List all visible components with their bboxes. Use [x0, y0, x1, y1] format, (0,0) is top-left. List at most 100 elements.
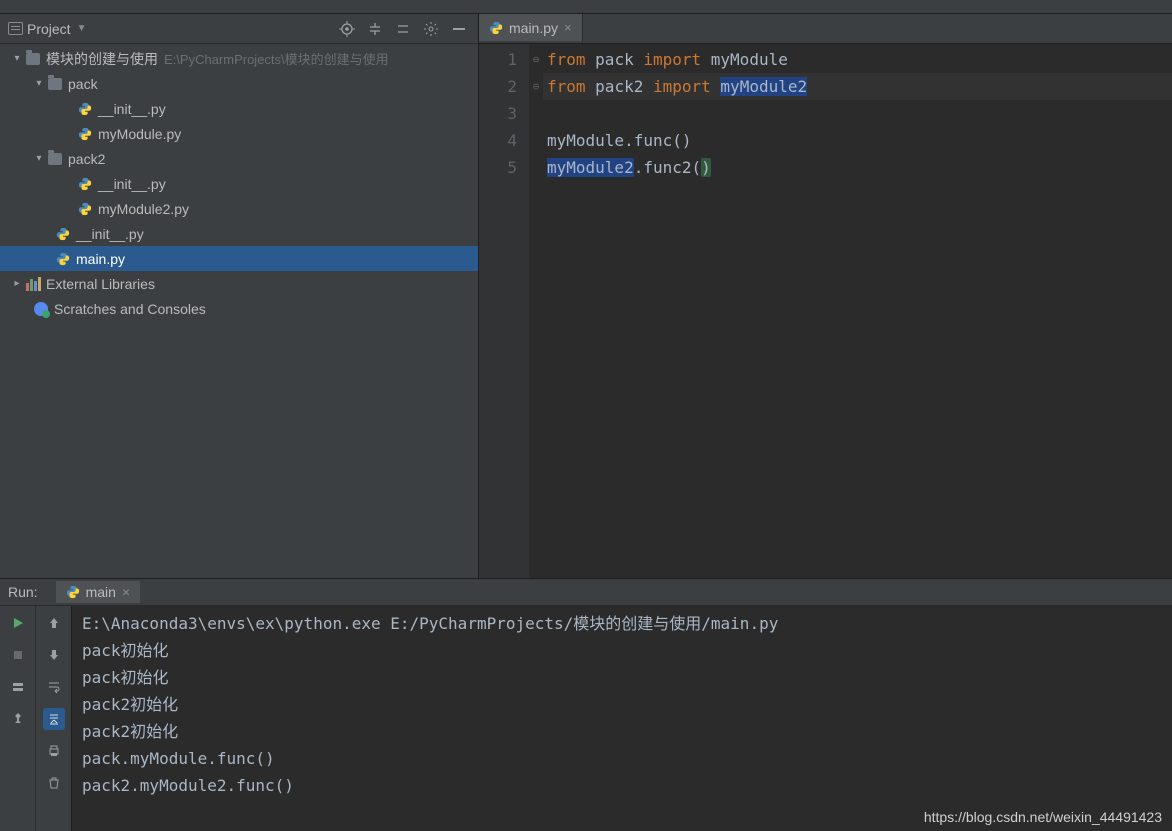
run-controls-left — [0, 606, 36, 831]
tree-label: myModule2.py — [98, 201, 189, 217]
scroll-to-end-icon[interactable] — [43, 708, 65, 730]
window-top-strip — [0, 0, 1172, 14]
soft-wrap-icon[interactable] — [43, 676, 65, 698]
up-arrow-icon[interactable] — [43, 612, 65, 634]
run-body: E:\Anaconda3\envs\ex\python.exe E:/PyCha… — [0, 606, 1172, 831]
run-tab-main[interactable]: main × — [56, 581, 141, 603]
layout-icon[interactable] — [7, 676, 29, 698]
editor-tab-bar: main.py × — [479, 14, 1172, 44]
editor-tab-main[interactable]: main.py × — [479, 14, 583, 43]
tab-label: main.py — [509, 20, 558, 36]
libraries-icon — [24, 275, 42, 293]
expand-all-icon[interactable] — [364, 18, 386, 40]
python-file-icon — [54, 225, 72, 243]
tree-file-main[interactable]: main.py — [0, 246, 478, 271]
scratches-icon — [32, 300, 50, 318]
tree-label: myModule.py — [98, 126, 181, 142]
stop-icon[interactable] — [7, 644, 29, 666]
python-file-icon — [76, 200, 94, 218]
caret-down-icon[interactable]: ▾ — [32, 78, 46, 89]
editor: main.py × 1 2 3 4 5 ⊖ ⊖ from pack — [479, 14, 1172, 578]
tree-label: __init__.py — [76, 226, 144, 242]
code-text: myModule2 — [720, 77, 807, 96]
code-text: myModule.func() — [547, 131, 692, 150]
run-tab-label: main — [86, 584, 116, 600]
python-file-icon — [76, 125, 94, 143]
tree-file[interactable]: myModule.py — [0, 121, 478, 146]
watermark: https://blog.csdn.net/weixin_44491423 — [924, 809, 1162, 825]
code-keyword: from — [547, 77, 586, 96]
code-text: pack2 — [595, 77, 643, 96]
console-output[interactable]: E:\Anaconda3\envs\ex\python.exe E:/PyCha… — [72, 606, 1172, 831]
tree-file[interactable]: __init__.py — [0, 221, 478, 246]
line-number: 4 — [479, 127, 517, 154]
project-panel-title[interactable]: Project — [27, 21, 71, 37]
project-panel-header: Project ▼ — [0, 14, 478, 44]
tree-folder-pack2[interactable]: ▾ pack2 — [0, 146, 478, 171]
console-line: pack2初始化 — [82, 718, 1162, 745]
collapse-all-icon[interactable] — [392, 18, 414, 40]
folder-icon — [24, 50, 42, 68]
rerun-icon[interactable] — [7, 612, 29, 634]
console-line: pack.myModule.func() — [82, 745, 1162, 772]
console-line: pack2初始化 — [82, 691, 1162, 718]
tree-file[interactable]: __init__.py — [0, 171, 478, 196]
python-file-icon — [76, 175, 94, 193]
run-controls-right — [36, 606, 72, 831]
console-line: pack初始化 — [82, 637, 1162, 664]
project-tree[interactable]: ▾ 模块的创建与使用 E:\PyCharmProjects\模块的创建与使用 ▾… — [0, 44, 478, 578]
console-line: E:\Anaconda3\envs\ex\python.exe E:/PyCha… — [82, 610, 1162, 637]
line-number: 5 — [479, 154, 517, 181]
tree-label: __init__.py — [98, 176, 166, 192]
tree-label: __init__.py — [98, 101, 166, 117]
project-view-icon[interactable] — [8, 22, 23, 35]
tree-label: pack — [68, 76, 98, 92]
settings-gear-icon[interactable] — [420, 18, 442, 40]
python-file-icon — [489, 21, 503, 35]
code-text: ) — [701, 158, 711, 177]
tree-root[interactable]: ▾ 模块的创建与使用 E:\PyCharmProjects\模块的创建与使用 — [0, 46, 478, 71]
locate-icon[interactable] — [336, 18, 358, 40]
workspace: Project ▼ ▾ 模块的创建与使用 E:\PyCharmProjects\… — [0, 14, 1172, 578]
hide-panel-icon[interactable] — [448, 18, 470, 40]
fold-marker-icon[interactable]: ⊖ — [529, 73, 543, 100]
close-tab-icon[interactable]: × — [122, 584, 130, 600]
code-text: .func2( — [634, 158, 701, 177]
tree-file[interactable]: __init__.py — [0, 96, 478, 121]
run-label: Run: — [8, 584, 38, 600]
run-header: Run: main × — [0, 579, 1172, 606]
code-keyword: import — [643, 50, 701, 69]
tree-scratches[interactable]: Scratches and Consoles — [0, 296, 478, 321]
print-icon[interactable] — [43, 740, 65, 762]
close-tab-icon[interactable]: × — [564, 20, 572, 35]
fold-gutter: ⊖ ⊖ — [529, 44, 543, 578]
python-file-icon — [76, 100, 94, 118]
line-number-gutter: 1 2 3 4 5 — [479, 44, 529, 578]
line-number: 1 — [479, 46, 517, 73]
code-text: myModule2 — [547, 158, 634, 177]
tree-file[interactable]: myModule2.py — [0, 196, 478, 221]
console-line: pack2.myModule2.func() — [82, 772, 1162, 799]
python-file-icon — [66, 585, 80, 599]
caret-down-icon[interactable]: ▾ — [32, 153, 46, 164]
trash-icon[interactable] — [43, 772, 65, 794]
project-dropdown-caret-icon[interactable]: ▼ — [77, 23, 87, 34]
caret-right-icon[interactable]: ▸ — [10, 278, 24, 289]
folder-icon — [46, 75, 64, 93]
python-file-icon — [54, 250, 72, 268]
pin-icon[interactable] — [7, 708, 29, 730]
code-area[interactable]: from pack import myModule from pack2 imp… — [543, 44, 1172, 578]
caret-down-icon[interactable]: ▾ — [10, 53, 24, 64]
fold-marker-icon[interactable]: ⊖ — [529, 46, 543, 73]
tree-path-hint: E:\PyCharmProjects\模块的创建与使用 — [164, 49, 389, 68]
tree-external-libraries[interactable]: ▸ External Libraries — [0, 271, 478, 296]
tree-label: Scratches and Consoles — [54, 301, 206, 317]
code-text: myModule — [711, 50, 788, 69]
editor-body[interactable]: 1 2 3 4 5 ⊖ ⊖ from pack import myModule — [479, 44, 1172, 578]
tree-label: pack2 — [68, 151, 105, 167]
console-line: pack初始化 — [82, 664, 1162, 691]
line-number: 2 — [479, 73, 517, 100]
tree-folder-pack[interactable]: ▾ pack — [0, 71, 478, 96]
code-keyword: from — [547, 50, 586, 69]
down-arrow-icon[interactable] — [43, 644, 65, 666]
